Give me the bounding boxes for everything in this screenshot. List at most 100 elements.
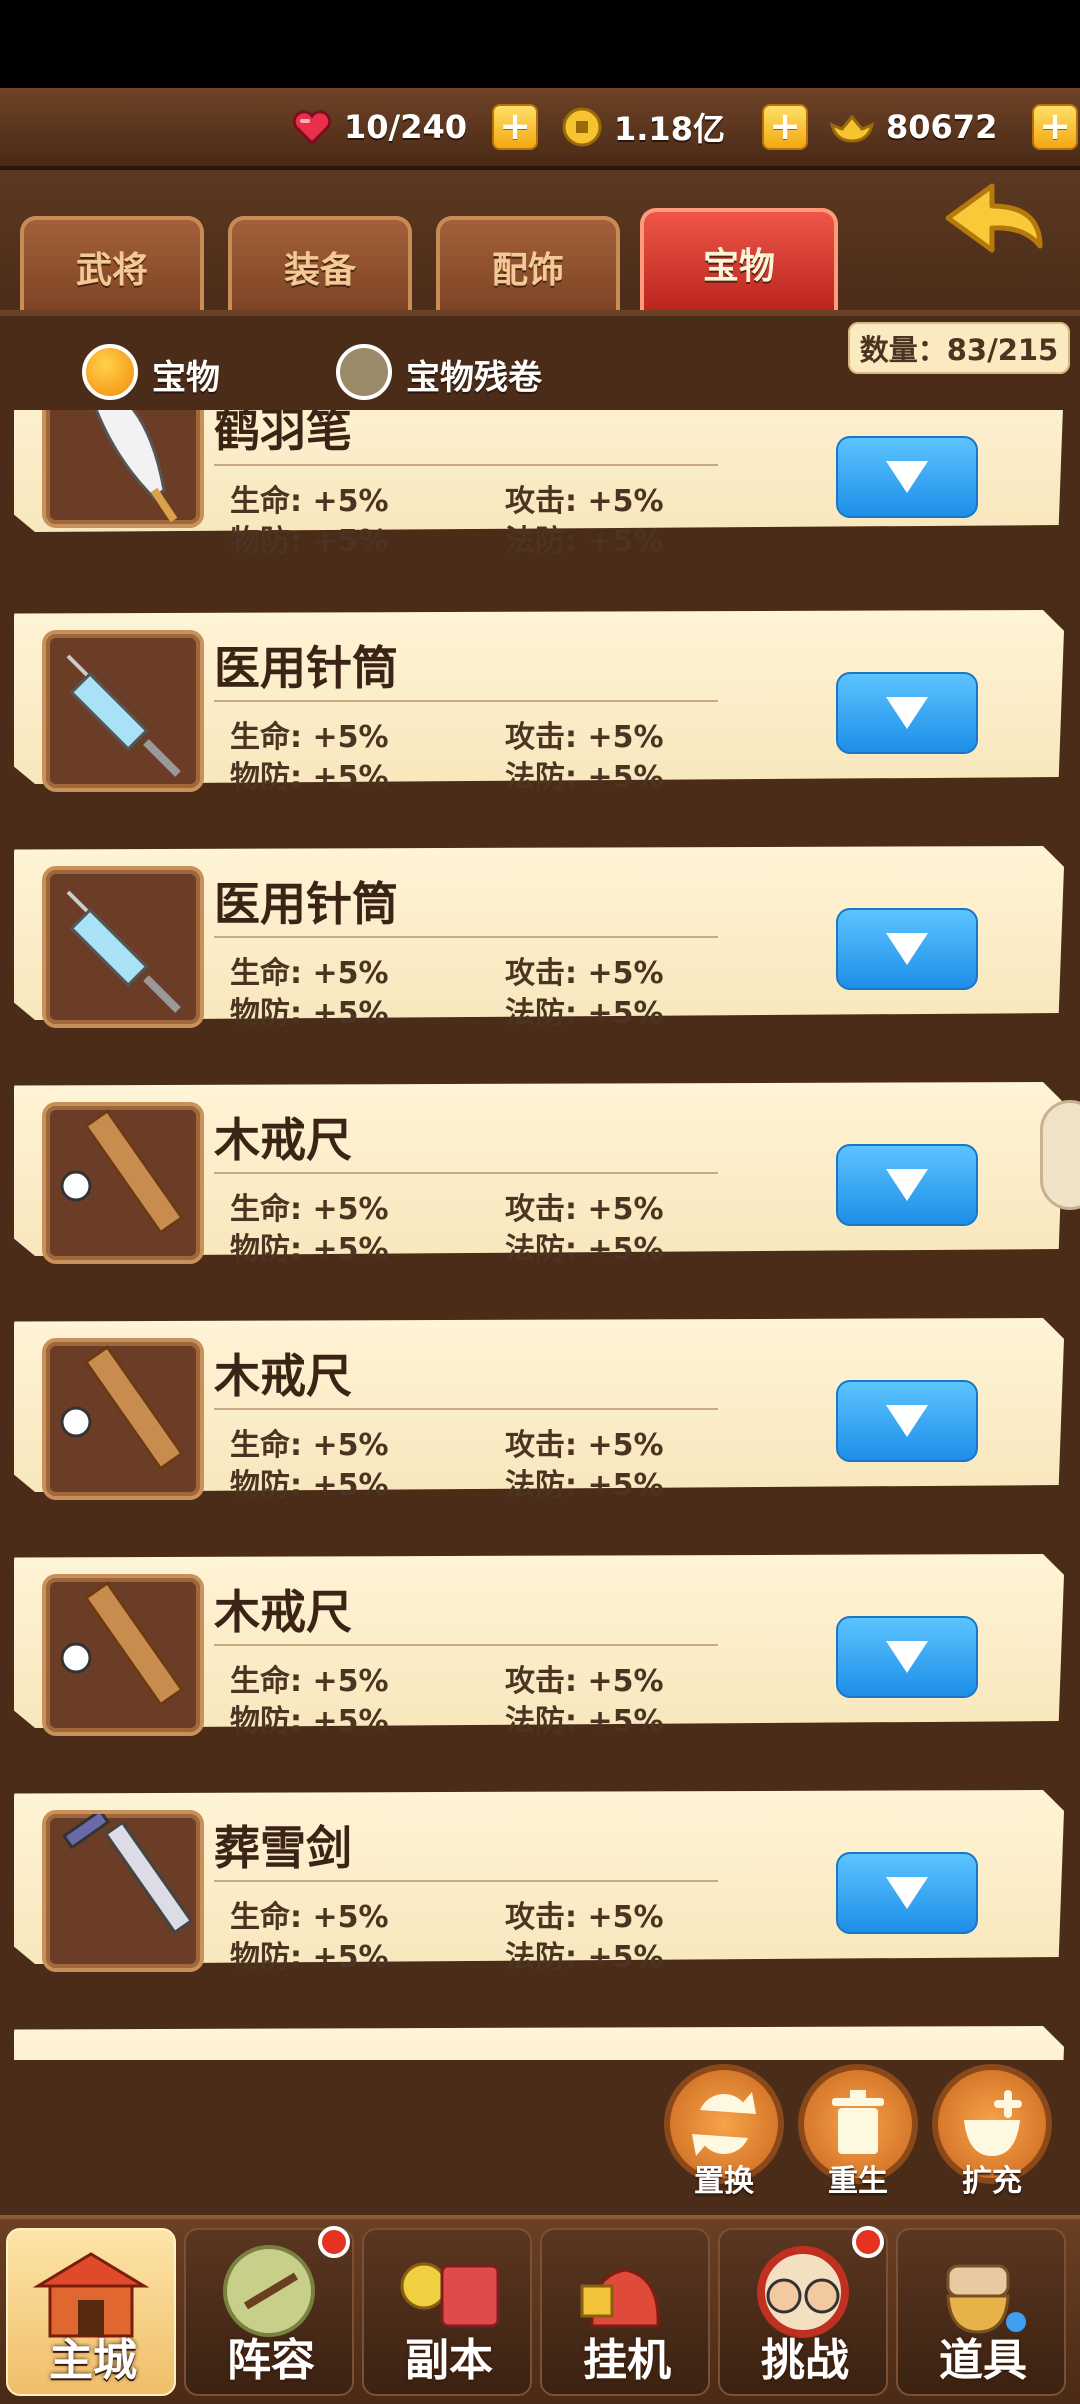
stat-pdef: 物防: +5% xyxy=(230,524,389,559)
wooden-ruler-icon xyxy=(60,1580,184,1707)
notification-badge xyxy=(852,2226,884,2258)
filter-treasure-radio[interactable] xyxy=(82,344,138,400)
chevron-down-icon xyxy=(886,1405,928,1437)
stat-hp: 生命: +5% xyxy=(230,1664,389,1699)
stamina-resource: 10/240 xyxy=(290,88,467,166)
stat-hp: 生命: +5% xyxy=(230,484,389,519)
name-divider xyxy=(214,1644,718,1646)
item-name: 葬雪剑 xyxy=(214,1821,352,1875)
stat-pdef: 物防: +5% xyxy=(230,1468,389,1503)
filter-treasure-label[interactable]: 宝物 xyxy=(152,350,220,399)
item-icon-frame xyxy=(42,1574,204,1736)
resource-bar: 10/240 + 1.18亿 + 80672 + xyxy=(0,88,1080,170)
nav-lineup[interactable]: 阵容 xyxy=(184,2226,354,2396)
stat-mdef: 法防: +5% xyxy=(505,1232,664,1267)
stat-pdef: 物防: +5% xyxy=(230,1940,389,1975)
gold-value: 80672 xyxy=(886,108,998,146)
expand-button[interactable] xyxy=(836,1144,978,1226)
name-divider xyxy=(214,700,718,702)
item-name: 木戒尺 xyxy=(214,1349,352,1403)
side-drawer-handle[interactable] xyxy=(1040,1100,1080,1210)
nav-items[interactable]: 道具 xyxy=(896,2228,1066,2396)
stat-mdef: 法防: +5% xyxy=(505,996,664,1031)
chevron-down-icon xyxy=(886,461,928,493)
stat-hp: 生命: +5% xyxy=(230,1192,389,1227)
expand-button[interactable] xyxy=(836,436,978,518)
item-icon-frame xyxy=(42,1808,204,1972)
expand-button[interactable] xyxy=(836,1852,978,1934)
add-gold-button[interactable]: + xyxy=(1032,104,1078,150)
item-name: 木戒尺 xyxy=(214,1585,352,1639)
expand-capacity-label: 扩充 xyxy=(962,2164,1022,2199)
tool-bar: 置换 重生 扩充 xyxy=(0,2060,1080,2215)
name-divider xyxy=(214,936,718,938)
feather-pen-icon xyxy=(94,410,178,523)
sword-icon xyxy=(61,1808,194,1935)
nav-challenge[interactable]: 挑战 xyxy=(718,2226,888,2396)
tab-equipment[interactable]: 装备 xyxy=(228,216,412,314)
item-icon-frame xyxy=(42,1102,204,1264)
stat-pdef: 物防: +5% xyxy=(230,1232,389,1267)
item-name: 鹤羽笔 xyxy=(214,410,352,457)
stat-atk: 攻击: +5% xyxy=(505,1192,664,1227)
chevron-down-icon xyxy=(886,1169,928,1201)
back-arrow-icon[interactable] xyxy=(940,176,1050,266)
stat-atk: 攻击: +5% xyxy=(505,484,664,519)
tab-treasures[interactable]: 宝物 xyxy=(640,208,838,314)
stat-pdef: 物防: +5% xyxy=(230,760,389,795)
tab-generals[interactable]: 武将 xyxy=(20,216,204,314)
name-divider xyxy=(214,1880,718,1882)
item-icon-frame xyxy=(42,1338,204,1500)
wooden-ruler-icon xyxy=(60,1108,184,1235)
filter-fragments-label[interactable]: 宝物残卷 xyxy=(406,350,542,399)
stat-mdef: 法防: +5% xyxy=(505,1940,664,1975)
nav-dungeon[interactable]: 副本 xyxy=(362,2228,532,2396)
treasure-list[interactable]: 鹤羽笔 生命: +5% 攻击: +5% 物防: +5% 法防: +5% 医用针筒… xyxy=(0,410,1080,2060)
chevron-down-icon xyxy=(886,1641,928,1673)
coin-value: 1.18亿 xyxy=(614,110,725,148)
gold-resource: 80672 xyxy=(828,88,997,166)
stat-atk: 攻击: +5% xyxy=(505,956,664,991)
stat-mdef: 法防: +5% xyxy=(505,1468,664,1503)
stat-hp: 生命: +5% xyxy=(230,1428,389,1463)
expand-button[interactable] xyxy=(836,1616,978,1698)
stat-hp: 生命: +5% xyxy=(230,720,389,755)
add-stamina-button[interactable]: + xyxy=(492,104,538,150)
stat-hp: 生命: +5% xyxy=(230,956,389,991)
chevron-down-icon xyxy=(886,697,928,729)
list-item[interactable] xyxy=(14,2026,1064,2060)
chevron-down-icon xyxy=(886,1877,928,1909)
nav-main-city[interactable]: 主城 xyxy=(6,2228,176,2396)
stat-mdef: 法防: +5% xyxy=(505,760,664,795)
name-divider xyxy=(214,464,718,466)
stat-mdef: 法防: +5% xyxy=(505,524,664,559)
syringe-icon xyxy=(66,654,181,777)
item-name: 医用针筒 xyxy=(214,877,398,931)
name-divider xyxy=(214,1172,718,1174)
stat-atk: 攻击: +5% xyxy=(505,1428,664,1463)
stat-pdef: 物防: +5% xyxy=(230,1704,389,1739)
nav-dungeon-label: 副本 xyxy=(405,2335,493,2386)
item-icon-frame xyxy=(42,630,204,792)
syringe-icon xyxy=(66,890,181,1013)
wooden-ruler-icon xyxy=(60,1344,184,1471)
expand-button[interactable] xyxy=(836,672,978,754)
coin-icon xyxy=(562,107,602,147)
expand-button[interactable] xyxy=(836,1380,978,1462)
nav-challenge-label: 挑战 xyxy=(761,2335,849,2386)
item-icon-frame xyxy=(42,410,204,528)
nav-idle[interactable]: 挂机 xyxy=(540,2228,710,2396)
stat-pdef: 物防: +5% xyxy=(230,996,389,1031)
chevron-down-icon xyxy=(886,933,928,965)
add-coins-button[interactable]: + xyxy=(762,104,808,150)
item-icon-frame xyxy=(42,866,204,1028)
tab-accessories[interactable]: 配饰 xyxy=(436,216,620,314)
stat-mdef: 法防: +5% xyxy=(505,1704,664,1739)
stamina-value: 10/240 xyxy=(344,108,468,146)
inventory-count: 数量：83/215 xyxy=(848,322,1070,374)
filter-fragments-radio[interactable] xyxy=(336,344,392,400)
expand-button[interactable] xyxy=(836,908,978,990)
stat-atk: 攻击: +5% xyxy=(505,1900,664,1935)
nav-idle-label: 挂机 xyxy=(583,2335,671,2386)
coin-resource: 1.18亿 xyxy=(560,88,725,166)
